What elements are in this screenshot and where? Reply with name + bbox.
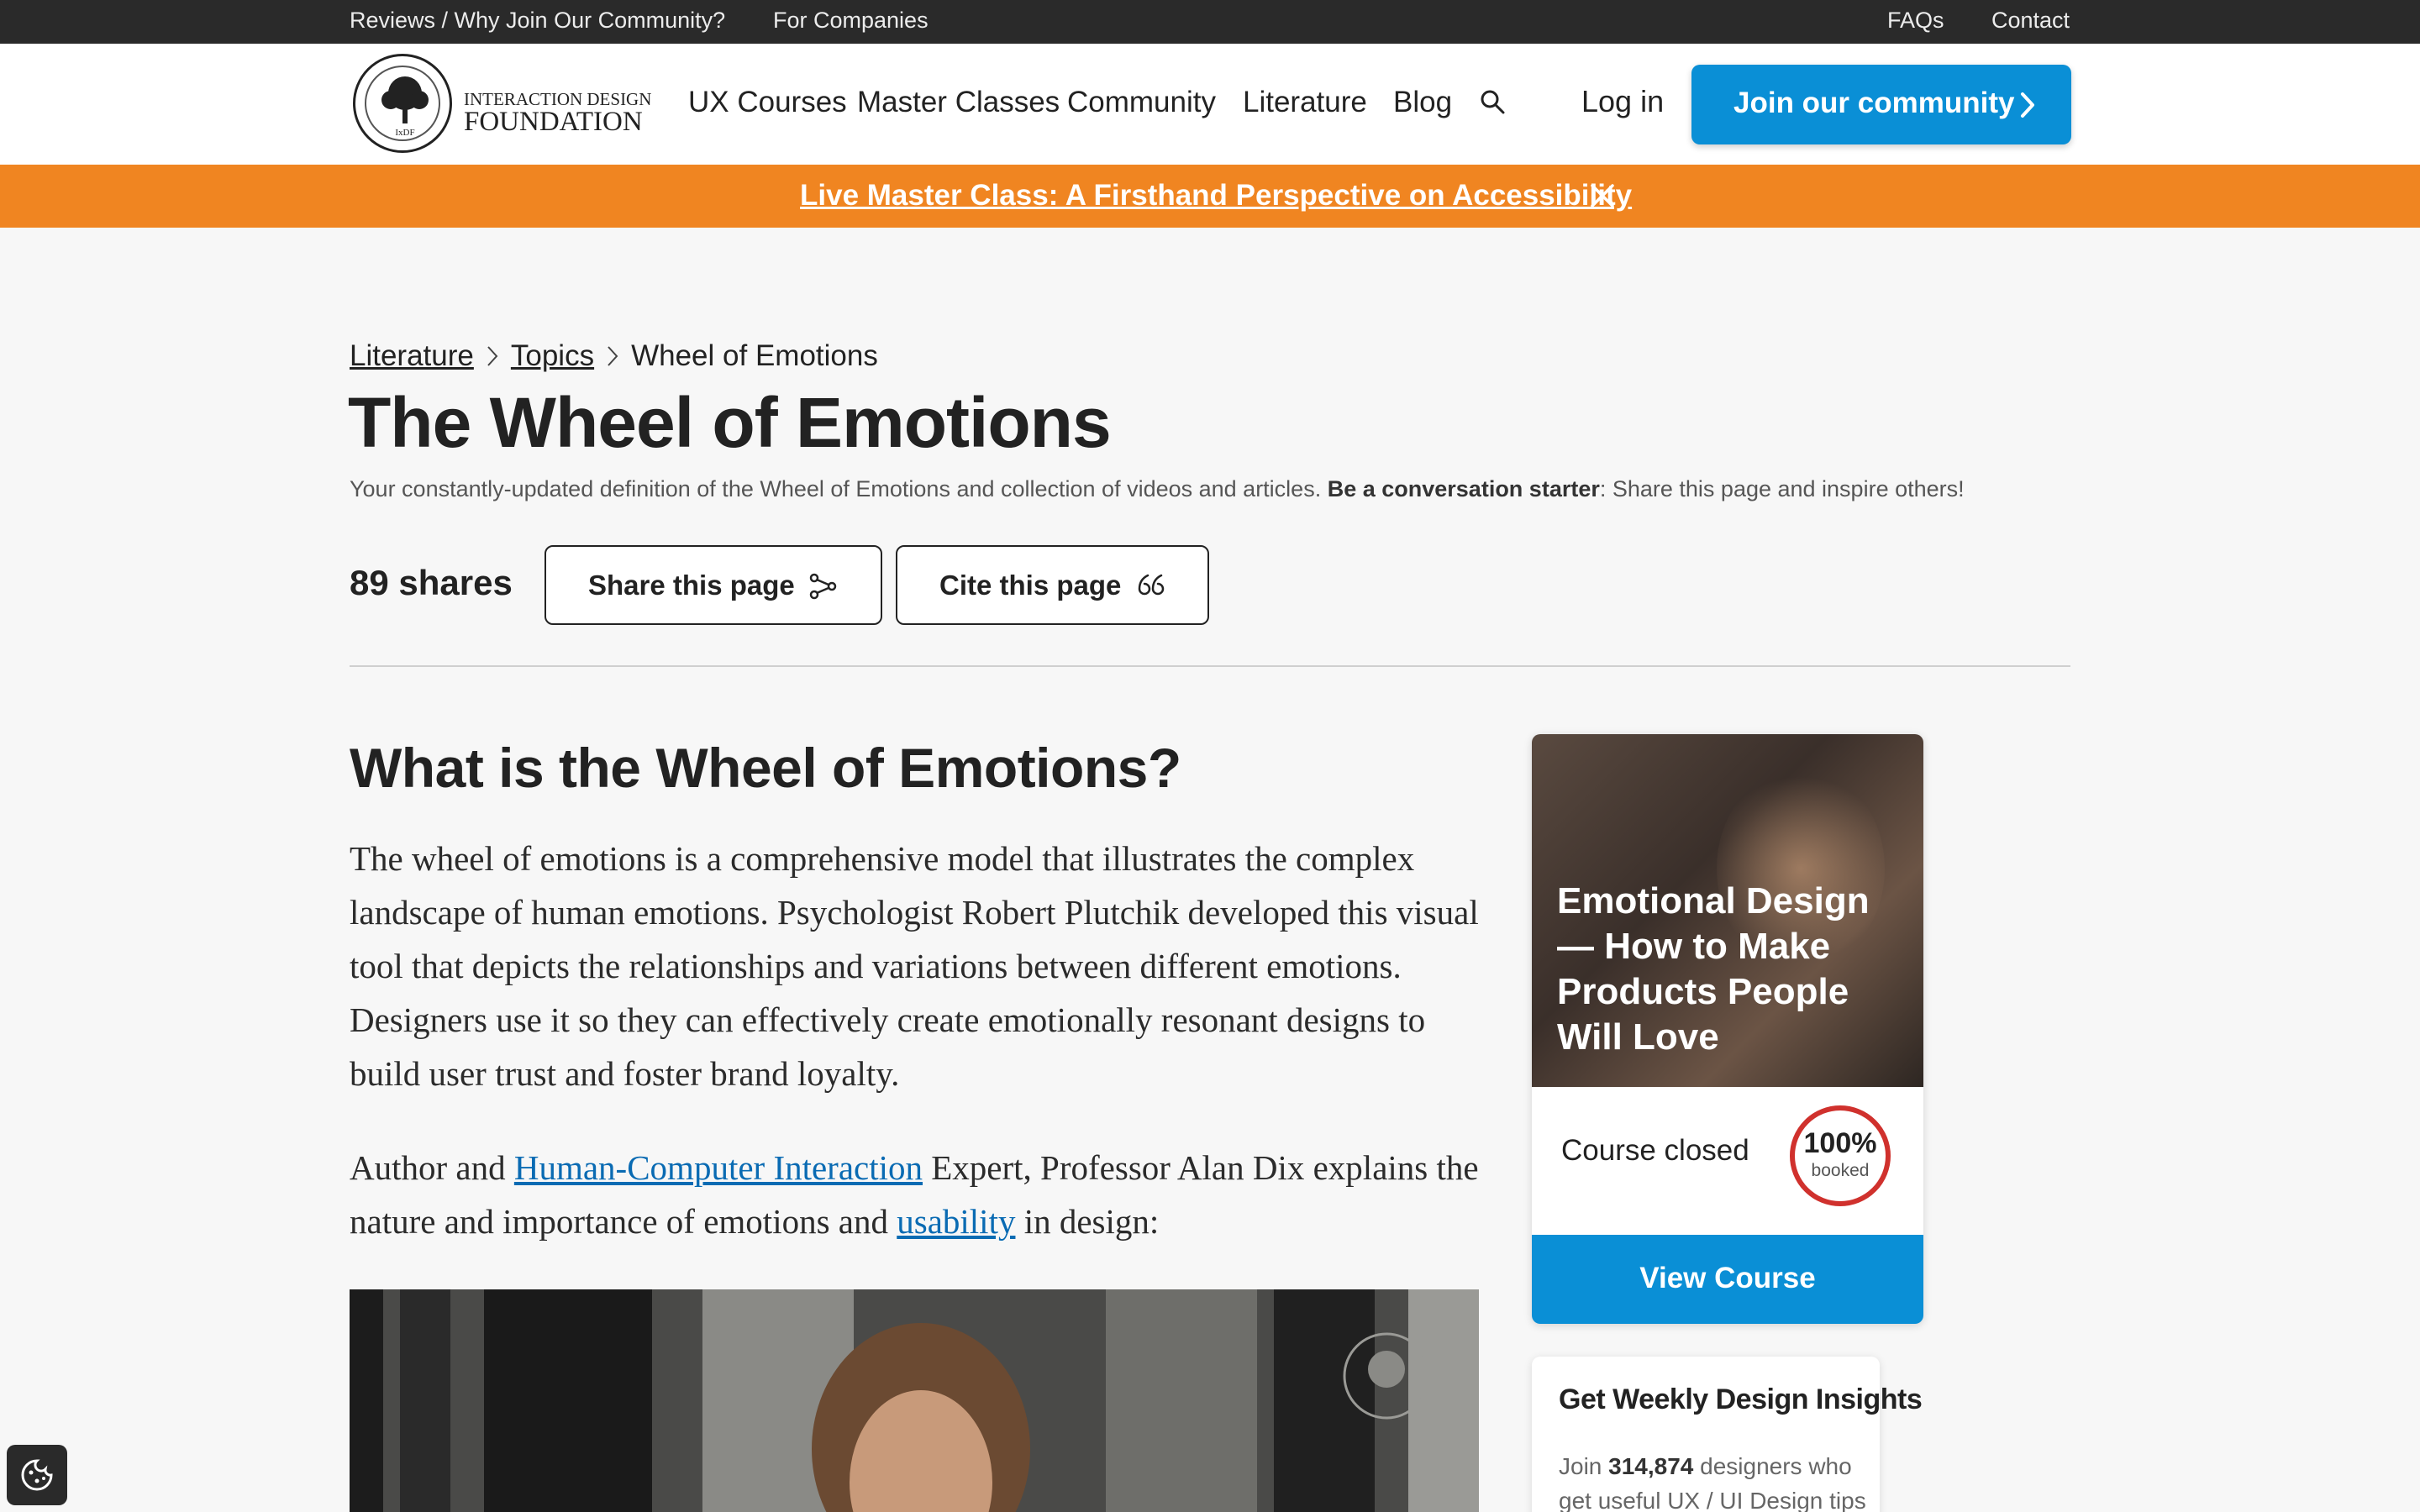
chevron-right-icon	[2021, 92, 2034, 118]
section-divider	[350, 665, 2070, 667]
subtitle-text-end: : Share this page and inspire others!	[1599, 476, 1965, 501]
quote-icon	[1138, 574, 1165, 596]
announcement-banner: Live Master Class: A Firsthand Perspecti…	[0, 165, 2420, 228]
booked-percent: 100%	[1803, 1127, 1877, 1159]
nav-literature[interactable]: Literature	[1243, 86, 1367, 119]
article-paragraph-2: Author and Human-Computer Interaction Ex…	[350, 1141, 1480, 1248]
login-link[interactable]: Log in	[1581, 84, 1664, 119]
newsletter-card: Get Weekly Design Insights Join 314,874 …	[1532, 1357, 1923, 1512]
for-companies-link[interactable]: For Companies	[773, 8, 929, 34]
top-utility-bar: Reviews / Why Join Our Community? For Co…	[0, 0, 2420, 44]
article-paragraph-1: The wheel of emotions is a comprehensive…	[350, 839, 1479, 1093]
tree-icon: IxDF	[381, 76, 429, 138]
chevron-right-icon	[474, 341, 511, 375]
usability-link[interactable]: usability	[897, 1202, 1015, 1241]
video-thumbnail	[350, 1289, 1479, 1512]
page-subtitle: Your constantly-updated definition of th…	[350, 476, 1965, 502]
share-count: 89 shares	[350, 563, 513, 602]
share-icon	[809, 573, 837, 600]
nav-community[interactable]: Community	[1067, 86, 1216, 119]
close-icon[interactable]	[1588, 181, 1617, 210]
breadcrumb-current: Wheel of Emotions	[631, 339, 878, 372]
course-card[interactable]: Emotional Design — How to Make Products …	[1532, 734, 1923, 1324]
booked-label: booked	[1811, 1161, 1870, 1180]
share-page-label: Share this page	[588, 570, 795, 601]
course-title: Emotional Design — How to Make Products …	[1557, 880, 1870, 1058]
faqs-link[interactable]: FAQs	[1887, 8, 1944, 34]
main-navigation: IxDF INTERACTION DESIGN FOUNDATION UX Co…	[0, 44, 2420, 165]
join-community-button[interactable]: Join our community	[1691, 65, 2071, 144]
para2-text-a: Author and	[350, 1148, 514, 1187]
video-player[interactable]	[350, 1289, 1479, 1512]
search-icon[interactable]	[1479, 88, 1506, 115]
banner-link[interactable]: Live Master Class: A Firsthand Perspecti…	[800, 179, 1632, 213]
contact-link[interactable]: Contact	[1991, 8, 2070, 34]
cite-page-button[interactable]: Cite this page	[896, 545, 1209, 625]
logo-line-2: FOUNDATION	[464, 107, 643, 137]
subtitle-emphasis: Be a conversation starter	[1327, 476, 1600, 501]
cite-page-label: Cite this page	[939, 570, 1122, 601]
share-page-button[interactable]: Share this page	[544, 545, 882, 625]
chevron-right-icon	[594, 341, 631, 375]
ixdf-logo[interactable]: IxDF INTERACTION DESIGN FOUNDATION	[353, 54, 655, 155]
subscriber-count: 314,874	[1608, 1453, 1694, 1479]
nav-ux-courses[interactable]: UX Courses	[688, 86, 847, 119]
article-heading: What is the Wheel of Emotions?	[350, 737, 1181, 799]
breadcrumb-literature[interactable]: Literature	[350, 339, 474, 372]
logo-seal: IxDF	[353, 54, 452, 153]
para2-text-c: in design:	[1015, 1202, 1160, 1241]
subtitle-text: Your constantly-updated definition of th…	[350, 476, 1322, 501]
breadcrumb-topics[interactable]: Topics	[511, 339, 594, 372]
nav-master-classes[interactable]: Master Classes	[857, 86, 1060, 119]
svg-text:IxDF: IxDF	[395, 128, 414, 138]
cookie-settings-button[interactable]	[7, 1445, 67, 1505]
view-course-label: View Course	[1639, 1262, 1816, 1294]
newsletter-text-a: Join	[1559, 1453, 1609, 1479]
join-community-label: Join our community	[1733, 87, 2015, 119]
breadcrumb: Literature Topics Wheel of Emotions	[350, 339, 878, 375]
page-title: The Wheel of Emotions	[348, 383, 1112, 462]
newsletter-title: Get Weekly Design Insights	[1559, 1383, 1923, 1415]
booked-progress-ring: 100% booked	[1788, 1104, 1892, 1208]
reviews-link[interactable]: Reviews / Why Join Our Community?	[350, 8, 725, 34]
cookie-icon	[21, 1459, 53, 1491]
course-status: Course closed	[1561, 1134, 1749, 1167]
nav-blog[interactable]: Blog	[1393, 86, 1452, 119]
newsletter-body: Join 314,874 designers who get useful UX…	[1559, 1449, 1870, 1512]
view-course-button[interactable]: View Course	[1532, 1235, 1923, 1324]
hci-link[interactable]: Human-Computer Interaction	[514, 1148, 923, 1187]
